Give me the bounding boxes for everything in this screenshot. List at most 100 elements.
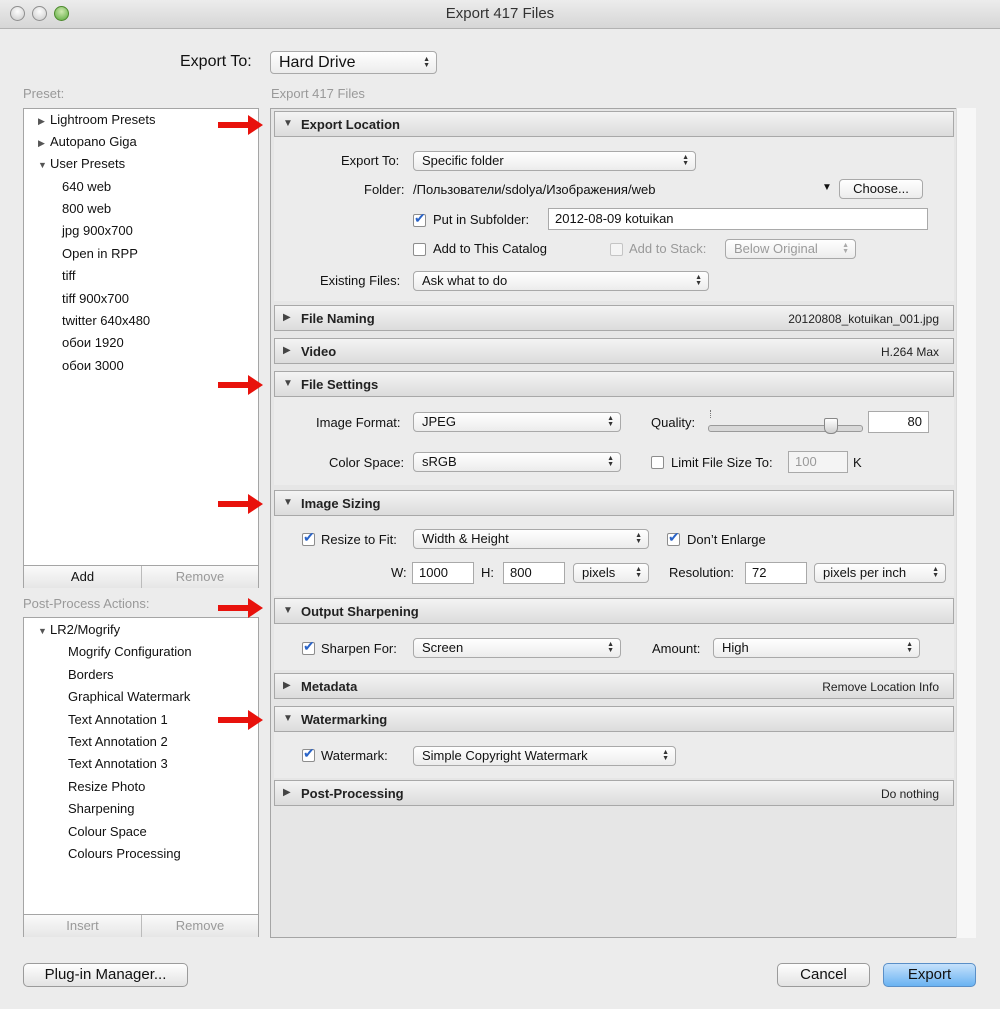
folder-history-icon[interactable]: ▼ [822,182,832,193]
settings-scrollbar[interactable] [956,108,976,938]
post-process-item[interactable]: Colour Space [68,824,147,839]
stack-position-popup[interactable]: Below Original ▲ ▼ [725,239,856,259]
plugin-manager-button[interactable]: Plug-in Manager... [23,963,188,987]
image-format-label: Image Format: [316,415,401,430]
width-field[interactable]: 1000 [412,562,474,584]
amount-popup[interactable]: High ▲ ▼ [713,638,920,658]
popup-arrows-icon: ▲ ▼ [906,641,913,654]
insert-action-button[interactable]: Insert [24,915,142,937]
preset-list: ▶ Lightroom Presets ▶ Autopano Giga ▼ User … [23,108,259,588]
section-file-settings[interactable]: ▼ File Settings [274,371,954,397]
disclosure-down-icon: ▼ [283,118,293,129]
height-field[interactable]: 800 [503,562,565,584]
add-to-stack-checkbox[interactable] [610,243,623,256]
post-process-item[interactable]: Mogrify Configuration [68,644,192,659]
sharpen-for-label: Sharpen For: [321,641,397,656]
section-output-sharpening[interactable]: ▼ Output Sharpening [274,598,954,624]
sharpen-checkbox[interactable] [302,638,315,655]
preset-item[interactable]: jpg 900x700 [62,223,133,238]
quality-slider-track[interactable] [708,425,863,432]
popup-arrows-icon: ▲ ▼ [842,242,849,255]
sharpen-for-popup[interactable]: Screen ▲ ▼ [413,638,621,658]
section-file-naming[interactable]: ▶ File Naming 20120808_kotuikan_001.jpg [274,305,954,331]
section-image-sizing[interactable]: ▼ Image Sizing [274,490,954,516]
preset-item[interactable]: 800 web [62,201,111,216]
post-process-item[interactable]: Text Annotation 2 [68,734,168,749]
preset-folder-lightroom[interactable]: ▶ Lightroom Presets [38,112,156,127]
remove-preset-button[interactable]: Remove [142,566,258,588]
post-process-item[interactable]: Sharpening [68,801,135,816]
watermark-label: Watermark: [321,748,388,763]
post-process-item[interactable]: Graphical Watermark [68,689,190,704]
disclosure-right-icon: ▶ [38,138,45,148]
add-preset-button[interactable]: Add [24,566,142,588]
post-process-group[interactable]: ▼ LR2/Mogrify [38,622,120,637]
export-location-popup[interactable]: Specific folder ▲ ▼ [413,151,696,171]
post-process-item[interactable]: Resize Photo [68,779,145,794]
watermark-popup[interactable]: Simple Copyright Watermark ▲ ▼ [413,746,676,766]
preset-item[interactable]: tiff 900x700 [62,291,129,306]
resize-mode-popup[interactable]: Width & Height ▲ ▼ [413,529,649,549]
main-header: Export 417 Files [271,86,365,101]
preset-button-bar: Add Remove [24,565,258,588]
popup-arrows-icon: ▲ ▼ [607,641,614,654]
add-to-catalog-checkbox[interactable] [413,243,426,256]
resize-checkbox[interactable] [302,529,315,546]
post-process-item[interactable]: Text Annotation 3 [68,756,168,771]
limit-size-checkbox[interactable] [651,456,664,469]
post-process-item[interactable]: Borders [68,667,114,682]
post-process-list: ▼ LR2/Mogrify Mogrify Configuration Borde… [23,617,259,937]
disclosure-right-icon: ▶ [283,312,291,323]
section-video[interactable]: ▶ Video H.264 Max [274,338,954,364]
preset-item[interactable]: Open in RPP [62,246,138,261]
section-post-processing[interactable]: ▶ Post-Processing Do nothing [274,780,954,806]
disclosure-right-icon: ▶ [38,116,45,126]
export-button[interactable]: Export [883,963,976,987]
existing-files-popup[interactable]: Ask what to do ▲ ▼ [413,271,709,291]
preset-item[interactable]: обои 3000 [62,358,124,373]
quality-label: Quality: [651,415,696,430]
popup-arrows-icon: ▲ ▼ [682,154,689,167]
disclosure-down-icon: ▼ [283,713,293,724]
red-arrow-icon [218,494,263,514]
quality-slider-thumb[interactable] [824,418,839,434]
subfolder-checkbox[interactable] [413,210,426,227]
preset-item[interactable]: twitter 640x480 [62,313,150,328]
post-process-item[interactable]: Text Annotation 1 [68,712,168,727]
preset-folder-autopano[interactable]: ▶ Autopano Giga [38,134,137,149]
section-metadata[interactable]: ▶ Metadata Remove Location Info [274,673,954,699]
existing-files-label: Existing Files: [320,273,401,288]
image-sizing-body [274,516,954,596]
disclosure-down-icon: ▼ [283,605,293,616]
remove-action-button[interactable]: Remove [142,915,258,937]
section-watermarking[interactable]: ▼ Watermarking [274,706,954,732]
choose-folder-button[interactable]: Choose... [839,179,923,199]
quality-field[interactable]: 80 [868,411,929,433]
resolution-unit-popup[interactable]: pixels per inch ▲ ▼ [814,563,946,583]
size-unit-popup[interactable]: pixels ▲ ▼ [573,563,649,583]
section-export-location[interactable]: ▼ Export Location [274,111,954,137]
color-space-popup[interactable]: sRGB ▲ ▼ [413,452,621,472]
preset-item[interactable]: обои 1920 [62,335,124,350]
limit-size-field[interactable]: 100 [788,451,848,473]
image-format-popup[interactable]: JPEG ▲ ▼ [413,412,621,432]
limit-size-unit: K [853,455,862,470]
dont-enlarge-checkbox[interactable] [667,529,680,546]
preset-item[interactable]: tiff [62,268,76,283]
resolution-label: Resolution: [669,565,735,580]
disclosure-right-icon: ▶ [283,345,291,356]
resolution-field[interactable]: 72 [745,562,807,584]
subfolder-field[interactable]: 2012-08-09 kotuikan [548,208,928,230]
resize-label: Resize to Fit: [321,532,397,547]
post-process-item[interactable]: Colours Processing [68,846,181,861]
watermark-checkbox[interactable] [302,745,315,762]
popup-arrows-icon: ▲ ▼ [607,415,614,428]
popup-arrows-icon: ▲ ▼ [607,455,614,468]
cancel-button[interactable]: Cancel [777,963,870,987]
export-to-popup[interactable]: Hard Drive ▲ ▼ [270,51,437,74]
disclosure-down-icon: ▼ [283,378,293,389]
preset-folder-user[interactable]: ▼ User Presets [38,156,125,171]
window-title: Export 417 Files [445,5,555,22]
preset-item[interactable]: 640 web [62,179,111,194]
color-space-label: Color Space: [329,455,405,470]
